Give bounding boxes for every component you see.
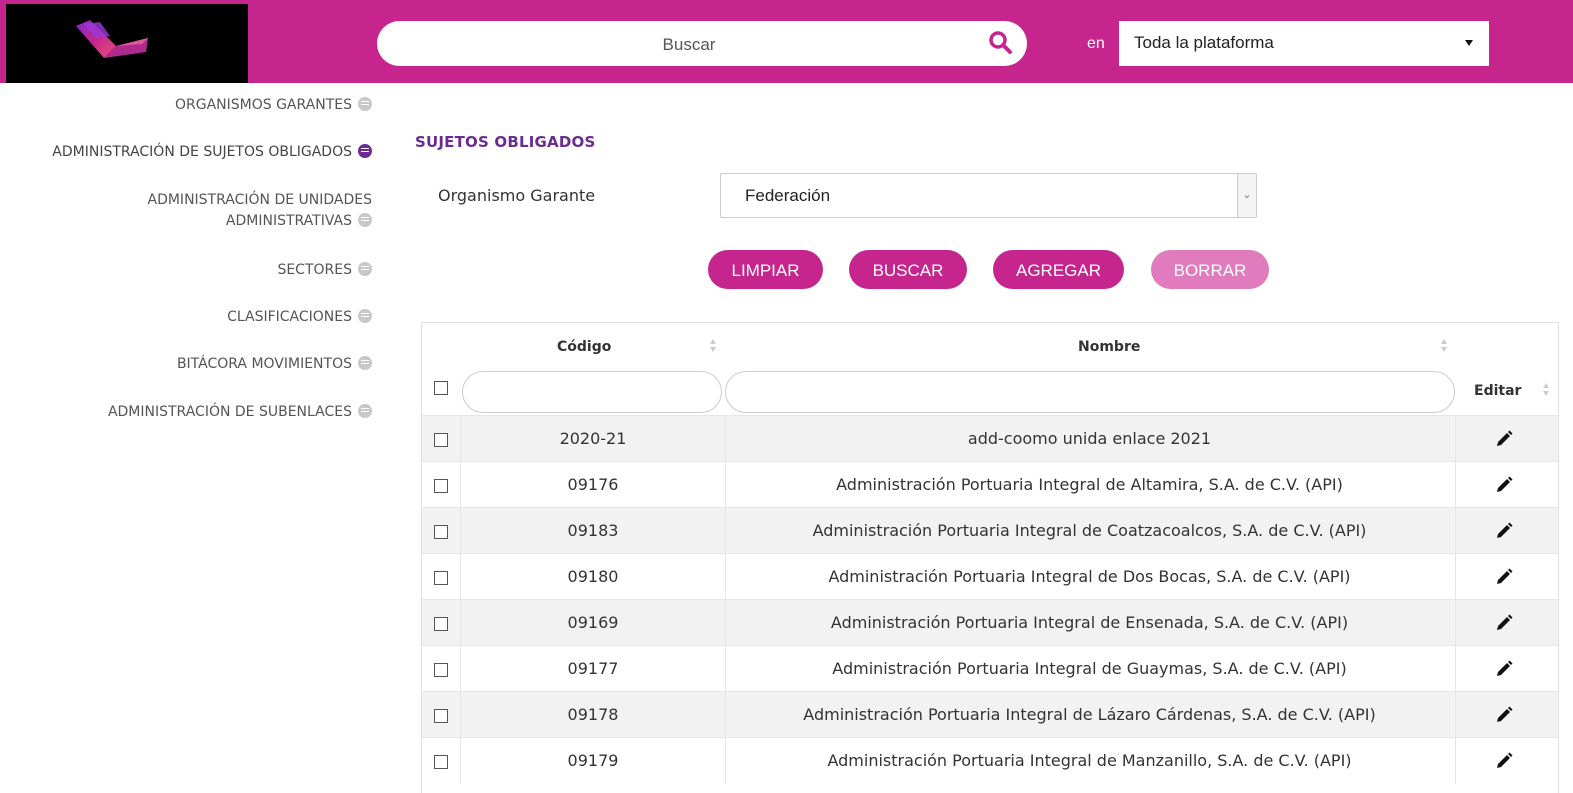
scope-select[interactable]: Toda la plataforma <box>1119 21 1489 66</box>
sidebar-item-organismos-garantes[interactable]: ORGANISMOS GARANTES <box>175 95 372 116</box>
sidebar-item-unidades-administrativas[interactable]: ADMINISTRACIÓN DE UNIDADES ADMINISTRATIV… <box>147 190 373 232</box>
column-header-code[interactable]: Código <box>557 339 611 355</box>
search-input[interactable] <box>397 21 981 68</box>
garante-select-value: Federación <box>745 186 831 205</box>
table-row: 09176 Administración Portuaria Integral … <box>422 461 1558 508</box>
list-icon <box>358 97 372 111</box>
table-row: 09177 Administración Portuaria Integral … <box>422 645 1558 692</box>
pencil-icon[interactable] <box>1495 476 1513 494</box>
row-code: 09169 <box>460 600 726 646</box>
sidebar-item-label: CLASIFICACIONES <box>227 309 352 325</box>
sort-icon[interactable] <box>1441 339 1448 353</box>
sidebar-item-label: ORGANISMOS GARANTES <box>174 97 352 113</box>
scope-label: en <box>1087 35 1105 52</box>
history-icon <box>358 262 372 276</box>
sidebar-item-label: ADMINISTRATIVAS <box>225 213 352 229</box>
list-icon <box>358 309 372 323</box>
search-box <box>377 21 1027 68</box>
page-title: SUJETOS OBLIGADOS <box>415 133 596 151</box>
row-checkbox[interactable] <box>434 663 448 677</box>
row-name: Administración Portuaria Integral de Coa… <box>724 508 1456 554</box>
table-row: 09180 Administración Portuaria Integral … <box>422 553 1558 600</box>
pencil-icon[interactable] <box>1495 430 1513 448</box>
sidebar-item-clasificaciones[interactable]: CLASIFICACIONES <box>227 307 372 328</box>
table-row: 09169 Administración Portuaria Integral … <box>422 599 1558 646</box>
pencil-icon[interactable] <box>1495 568 1513 586</box>
pencil-icon[interactable] <box>1495 706 1513 724</box>
pencil-icon[interactable] <box>1495 614 1513 632</box>
sort-icon[interactable] <box>1543 383 1550 397</box>
pencil-icon[interactable] <box>1495 522 1513 540</box>
chevron-down-icon: ⌄ <box>1237 174 1256 217</box>
row-name: add-coomo unida enlace 2021 <box>724 416 1456 462</box>
row-code: 09183 <box>460 508 726 554</box>
chevron-down-icon <box>1465 40 1473 46</box>
sidebar-item-label: SECTORES <box>277 262 352 278</box>
list-icon <box>358 144 372 158</box>
sidebar-item-bitacora[interactable]: BITÁCORA MOVIMIENTOS <box>177 354 372 375</box>
name-filter-input[interactable] <box>725 371 1455 413</box>
results-table: Código Nombre Editar 2020-21 add-coomo u… <box>421 322 1559 793</box>
row-name: Administración Portuaria Integral de Láz… <box>724 692 1456 738</box>
sidebar-item-label: BITÁCORA MOVIMIENTOS <box>176 356 352 372</box>
search-icon[interactable] <box>988 30 1014 56</box>
row-name: Administración Portuaria Integral de Ens… <box>724 600 1456 646</box>
sort-icon[interactable] <box>710 339 717 353</box>
sidebar-item-subenlaces[interactable]: ADMINISTRACIÓN DE SUBENLACES <box>108 402 372 423</box>
garante-label: Organismo Garante <box>438 186 596 205</box>
search-button[interactable]: BUSCAR <box>849 250 967 289</box>
pencil-icon[interactable] <box>1495 660 1513 678</box>
clear-button[interactable]: LIMPIAR <box>708 250 823 289</box>
select-all-checkbox[interactable] <box>434 381 448 395</box>
logo[interactable] <box>6 4 248 83</box>
sidebar-item-sectores[interactable]: SECTORES <box>277 260 372 281</box>
row-code: 09180 <box>460 554 726 600</box>
column-header-name[interactable]: Nombre <box>1078 339 1140 355</box>
row-code: 2020-21 <box>460 416 726 462</box>
row-code: 09179 <box>460 738 726 784</box>
table-row: 09179 Administración Portuaria Integral … <box>422 737 1558 784</box>
logo-icon <box>76 20 148 58</box>
delete-button[interactable]: BORRAR <box>1151 250 1269 289</box>
sidebar-item-label: ADMINISTRACIÓN DE SUJETOS OBLIGADOS <box>52 144 352 160</box>
sidebar-item-label: ADMINISTRACIÓN DE UNIDADES <box>147 192 373 208</box>
scope-select-value: Toda la plataforma <box>1134 33 1274 52</box>
row-name: Administración Portuaria Integral de Man… <box>724 738 1456 784</box>
row-name: Administración Portuaria Integral de Gua… <box>724 646 1456 692</box>
row-code: 09177 <box>460 646 726 692</box>
row-checkbox[interactable] <box>434 479 448 493</box>
row-name: Administración Portuaria Integral de Alt… <box>724 462 1456 508</box>
sidebar-item-sujetos-obligados[interactable]: ADMINISTRACIÓN DE SUJETOS OBLIGADOS <box>52 142 372 163</box>
row-checkbox[interactable] <box>434 709 448 723</box>
code-filter-input[interactable] <box>462 371 722 413</box>
table-row: 09183 Administración Portuaria Integral … <box>422 507 1558 554</box>
sidebar-item-label: ADMINISTRACIÓN DE SUBENLACES <box>107 404 352 420</box>
garante-select[interactable]: Federación ⌄ <box>720 173 1257 218</box>
add-button[interactable]: AGREGAR <box>993 250 1124 289</box>
row-code: 09176 <box>460 462 726 508</box>
row-checkbox[interactable] <box>434 571 448 585</box>
row-checkbox[interactable] <box>434 755 448 769</box>
pencil-icon[interactable] <box>1495 752 1513 770</box>
row-name: Administración Portuaria Integral de Dos… <box>724 554 1456 600</box>
list-icon <box>358 404 372 418</box>
circle-icon <box>358 213 372 227</box>
table-row: 2020-21 add-coomo unida enlace 2021 <box>422 415 1558 462</box>
list-icon <box>358 356 372 370</box>
row-checkbox[interactable] <box>434 617 448 631</box>
row-checkbox[interactable] <box>434 525 448 539</box>
row-checkbox[interactable] <box>434 433 448 447</box>
table-row: 09178 Administración Portuaria Integral … <box>422 691 1558 738</box>
row-code: 09178 <box>460 692 726 738</box>
top-header: en Toda la plataforma <box>0 0 1573 83</box>
column-header-edit: Editar <box>1474 383 1522 399</box>
